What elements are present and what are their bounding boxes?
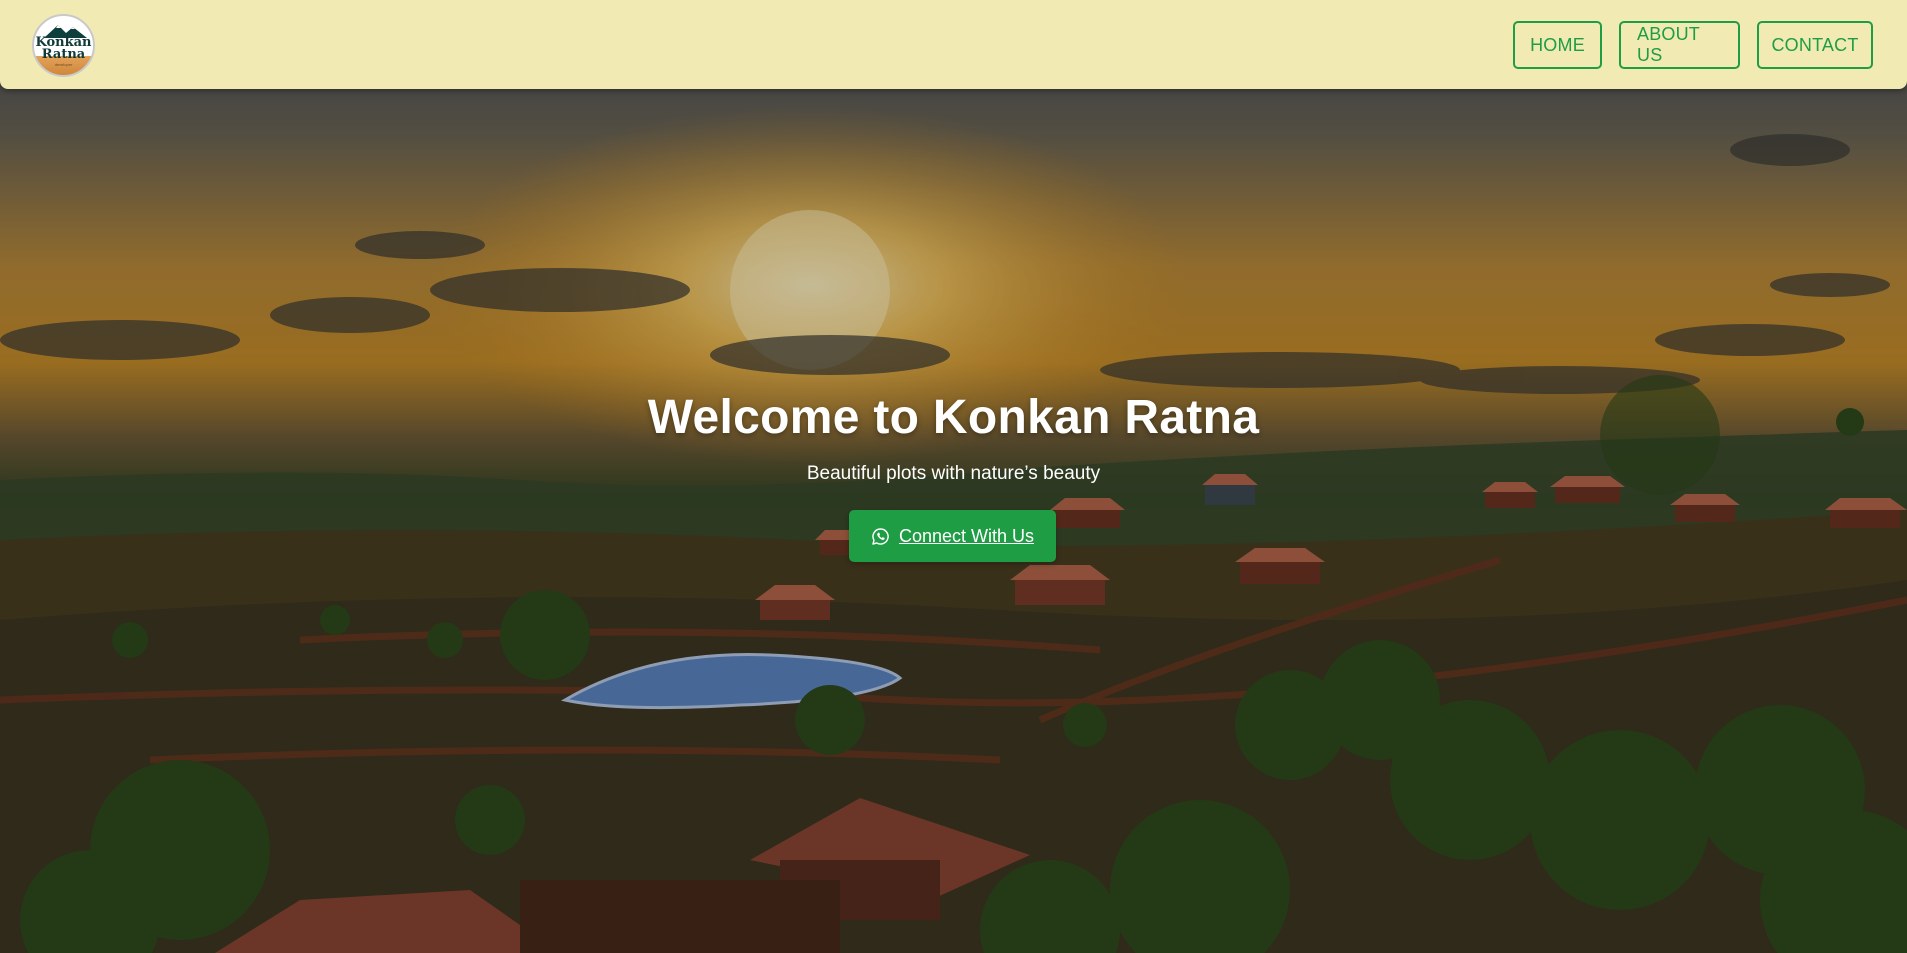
navbar: Konkan Ratna developer HOME ABOUT US CON…	[0, 0, 1907, 89]
logo-tagline: developer	[54, 62, 73, 67]
hero-content: Welcome to Konkan Ratna Beautiful plots …	[0, 390, 1907, 485]
nav-contact-link[interactable]: CONTACT	[1757, 21, 1873, 69]
nav-home-link[interactable]: HOME	[1513, 21, 1602, 69]
connect-with-us-button[interactable]: Connect With Us	[849, 510, 1056, 562]
logo-text-line2: Ratna	[41, 47, 86, 62]
connect-with-us-label: Connect With Us	[898, 525, 1035, 546]
whatsapp-icon	[872, 527, 889, 545]
main-nav: HOME ABOUT US CONTACT	[1513, 21, 1873, 69]
nav-about-us-link[interactable]: ABOUT US	[1619, 21, 1740, 69]
konkan-ratna-logo[interactable]: Konkan Ratna developer	[32, 14, 95, 77]
hero-subtitle: Beautiful plots with nature’s beauty	[806, 463, 1101, 484]
hero-title: Welcome to Konkan Ratna	[647, 391, 1260, 444]
